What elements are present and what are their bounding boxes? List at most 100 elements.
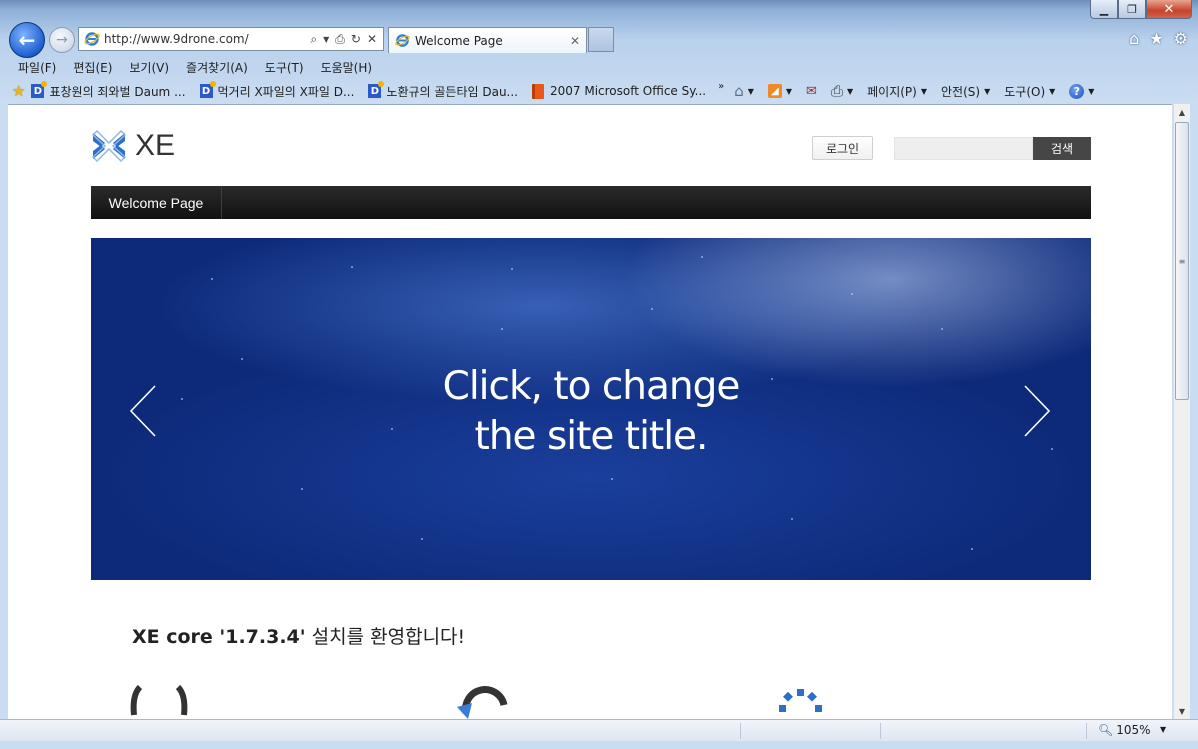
favorite-link-4[interactable]: 2007 Microsoft Office Sy... bbox=[532, 83, 706, 99]
favorites-star-icon[interactable]: ★ bbox=[1149, 29, 1163, 48]
help-menu[interactable]: ? ▼ bbox=[1069, 83, 1095, 99]
star-dot bbox=[301, 488, 303, 490]
stop-icon[interactable]: ✕ bbox=[367, 32, 377, 47]
new-tab-button[interactable] bbox=[588, 27, 614, 52]
menu-view[interactable]: 보기(V) bbox=[129, 59, 169, 76]
menu-help[interactable]: 도움말(H) bbox=[321, 59, 373, 76]
zoom-dropdown-arrow-icon[interactable]: ▼ bbox=[1160, 725, 1166, 734]
address-bar: ⌕ ▼ ⎙ ↻ ✕ bbox=[78, 27, 384, 51]
home-icon[interactable]: ⌂ bbox=[1129, 29, 1139, 48]
star-dot bbox=[501, 328, 503, 330]
back-arrow-icon: ← bbox=[18, 28, 36, 52]
dropdown-arrow-icon: ▼ bbox=[747, 86, 754, 96]
gear-icon[interactable]: ⚙ bbox=[1174, 29, 1188, 48]
daum-icon: D bbox=[31, 81, 48, 98]
minimize-button[interactable]: ▁ bbox=[1090, 0, 1118, 19]
feeds-button[interactable]: ◢ ▼ bbox=[767, 84, 792, 98]
menu-favorites[interactable]: 즐겨찾기(A) bbox=[186, 59, 248, 76]
search-input[interactable] bbox=[894, 137, 1033, 160]
favorite-label: 노환규의 골든타임 Dau... bbox=[386, 84, 518, 99]
dropdown-arrow-icon: ▼ bbox=[920, 86, 928, 96]
close-tab-icon[interactable]: ✕ bbox=[570, 34, 580, 48]
star-dot bbox=[421, 538, 423, 540]
home-icon: ⌂ bbox=[734, 82, 744, 100]
hero-title[interactable]: Click, to change the site title. bbox=[91, 362, 1091, 462]
page-menu-label: 페이지(P) bbox=[867, 84, 917, 99]
dropdown-arrow-icon: ▼ bbox=[984, 86, 991, 96]
zoom-level: 105% bbox=[1116, 723, 1151, 737]
menu-edit[interactable]: 편집(E) bbox=[73, 59, 112, 76]
tab-title: Welcome Page bbox=[415, 33, 503, 48]
menu-bar: 파일(F) 편집(E) 보기(V) 즐겨찾기(A) 도구(T) 도움말(H) bbox=[0, 56, 1198, 78]
star-dot bbox=[851, 293, 853, 295]
ie-icon bbox=[84, 32, 100, 46]
scrollbar-thumb[interactable]: ≡ bbox=[1175, 122, 1189, 400]
close-window-button[interactable]: ✕ bbox=[1146, 0, 1192, 19]
forward-button[interactable]: → bbox=[49, 27, 75, 53]
ie-icon bbox=[395, 34, 410, 47]
navigation-bar: ← → ⌕ ▼ ⎙ ↻ ✕ W bbox=[0, 20, 1198, 58]
xe-logo-icon bbox=[91, 129, 127, 163]
site-logo[interactable]: XE bbox=[91, 129, 175, 163]
favorite-label: 먹거리 X파일의 X파일 D... bbox=[217, 84, 355, 99]
status-bar: 🔍︎ 105% ▼ bbox=[0, 719, 1198, 741]
more-favorites-chevron-icon[interactable]: » bbox=[718, 81, 724, 92]
address-tools: ⌕ ▼ ⎙ ↻ ✕ bbox=[310, 32, 377, 47]
menu-tools[interactable]: 도구(T) bbox=[265, 59, 304, 76]
address-input[interactable] bbox=[104, 32, 294, 46]
favorites-bar: ★ D 표창원의 죄와벌 Daum ... D 먹거리 X파일의 X파일 D..… bbox=[0, 79, 1198, 103]
star-dot bbox=[611, 478, 613, 480]
rss-icon: ◢ bbox=[767, 84, 782, 98]
command-bar: ⌂ ▼ ◢ ▼ ✉ ⎙ ▼ 페이지(P) ▼ 안전(S) ▼ 도구(O) ▼ ? ▼ bbox=[734, 82, 1108, 100]
star-dot bbox=[941, 328, 943, 330]
star-dot bbox=[971, 548, 973, 550]
scroll-down-arrow-icon[interactable]: ▼ bbox=[1174, 703, 1190, 719]
tools-menu-label: 도구(O) bbox=[1004, 84, 1046, 99]
tools-menu[interactable]: 도구(O) ▼ bbox=[1004, 83, 1055, 100]
search-button[interactable]: 검색 bbox=[1033, 137, 1091, 160]
login-button[interactable]: 로그인 bbox=[812, 136, 873, 160]
scroll-up-arrow-icon[interactable]: ▲ bbox=[1174, 104, 1190, 120]
logo-text: XE bbox=[135, 129, 176, 162]
window-controls: ▁ ❐ ✕ bbox=[1090, 0, 1192, 20]
refresh-cycle-icon bbox=[457, 686, 508, 719]
print-button[interactable]: ⎙ ▼ bbox=[831, 82, 853, 100]
page-menu[interactable]: 페이지(P) ▼ bbox=[867, 83, 927, 100]
maximize-button[interactable]: ❐ bbox=[1118, 0, 1146, 19]
dropdown-arrow-icon[interactable]: ▼ bbox=[323, 35, 329, 47]
tab-welcome-page[interactable]: Welcome Page ✕ bbox=[388, 27, 587, 53]
search-icon[interactable]: ⌕ bbox=[310, 32, 317, 47]
welcome-heading: XE core '1.7.3.4' 설치를 환영합니다! bbox=[132, 622, 465, 649]
star-dot bbox=[211, 278, 213, 280]
page-viewport: XE 로그인 검색 Welcome Page Click, to change … bbox=[8, 104, 1172, 720]
menu-file[interactable]: 파일(F) bbox=[18, 59, 56, 76]
refresh-icon[interactable]: ↻ bbox=[351, 32, 361, 47]
dropdown-arrow-icon: ▼ bbox=[1049, 86, 1056, 96]
favorites-add-icon[interactable]: ★ bbox=[12, 82, 25, 100]
status-divider bbox=[740, 723, 741, 739]
home-button[interactable]: ⌂ ▼ bbox=[734, 82, 754, 100]
favorite-link-2[interactable]: D 먹거리 X파일의 X파일 D... bbox=[199, 81, 355, 100]
favorite-label: 표창원의 죄와벌 Daum ... bbox=[49, 84, 186, 99]
loading-spinner-icon bbox=[779, 689, 822, 712]
star-dot bbox=[651, 308, 653, 310]
daum-icon: D bbox=[199, 81, 216, 98]
favorite-link-3[interactable]: D 노환규의 골든타임 Dau... bbox=[368, 81, 518, 100]
mail-button[interactable]: ✉ bbox=[806, 84, 817, 99]
zoom-icon: 🔍︎ bbox=[1098, 723, 1114, 737]
print-icon: ⎙ bbox=[830, 82, 843, 100]
welcome-version: XE core '1.7.3.4' bbox=[132, 626, 306, 648]
favorite-link-1[interactable]: D 표창원의 죄와벌 Daum ... bbox=[31, 81, 186, 100]
back-button[interactable]: ← bbox=[9, 22, 45, 58]
zoom-control[interactable]: 🔍︎ 105% bbox=[1098, 723, 1151, 737]
star-dot bbox=[701, 256, 703, 258]
slide-next-chevron-icon[interactable] bbox=[1023, 385, 1051, 437]
compatibility-view-icon[interactable]: ⎙ bbox=[335, 32, 345, 47]
vertical-scrollbar[interactable]: ▲ ≡ ▼ bbox=[1173, 104, 1190, 719]
daum-icon: D bbox=[368, 81, 385, 98]
safety-menu-label: 안전(S) bbox=[941, 84, 981, 99]
nav-item-welcome-page[interactable]: Welcome Page bbox=[91, 186, 222, 219]
safety-menu[interactable]: 안전(S) ▼ bbox=[941, 83, 990, 100]
dropdown-arrow-icon: ▼ bbox=[1088, 86, 1095, 96]
status-divider bbox=[880, 723, 881, 739]
